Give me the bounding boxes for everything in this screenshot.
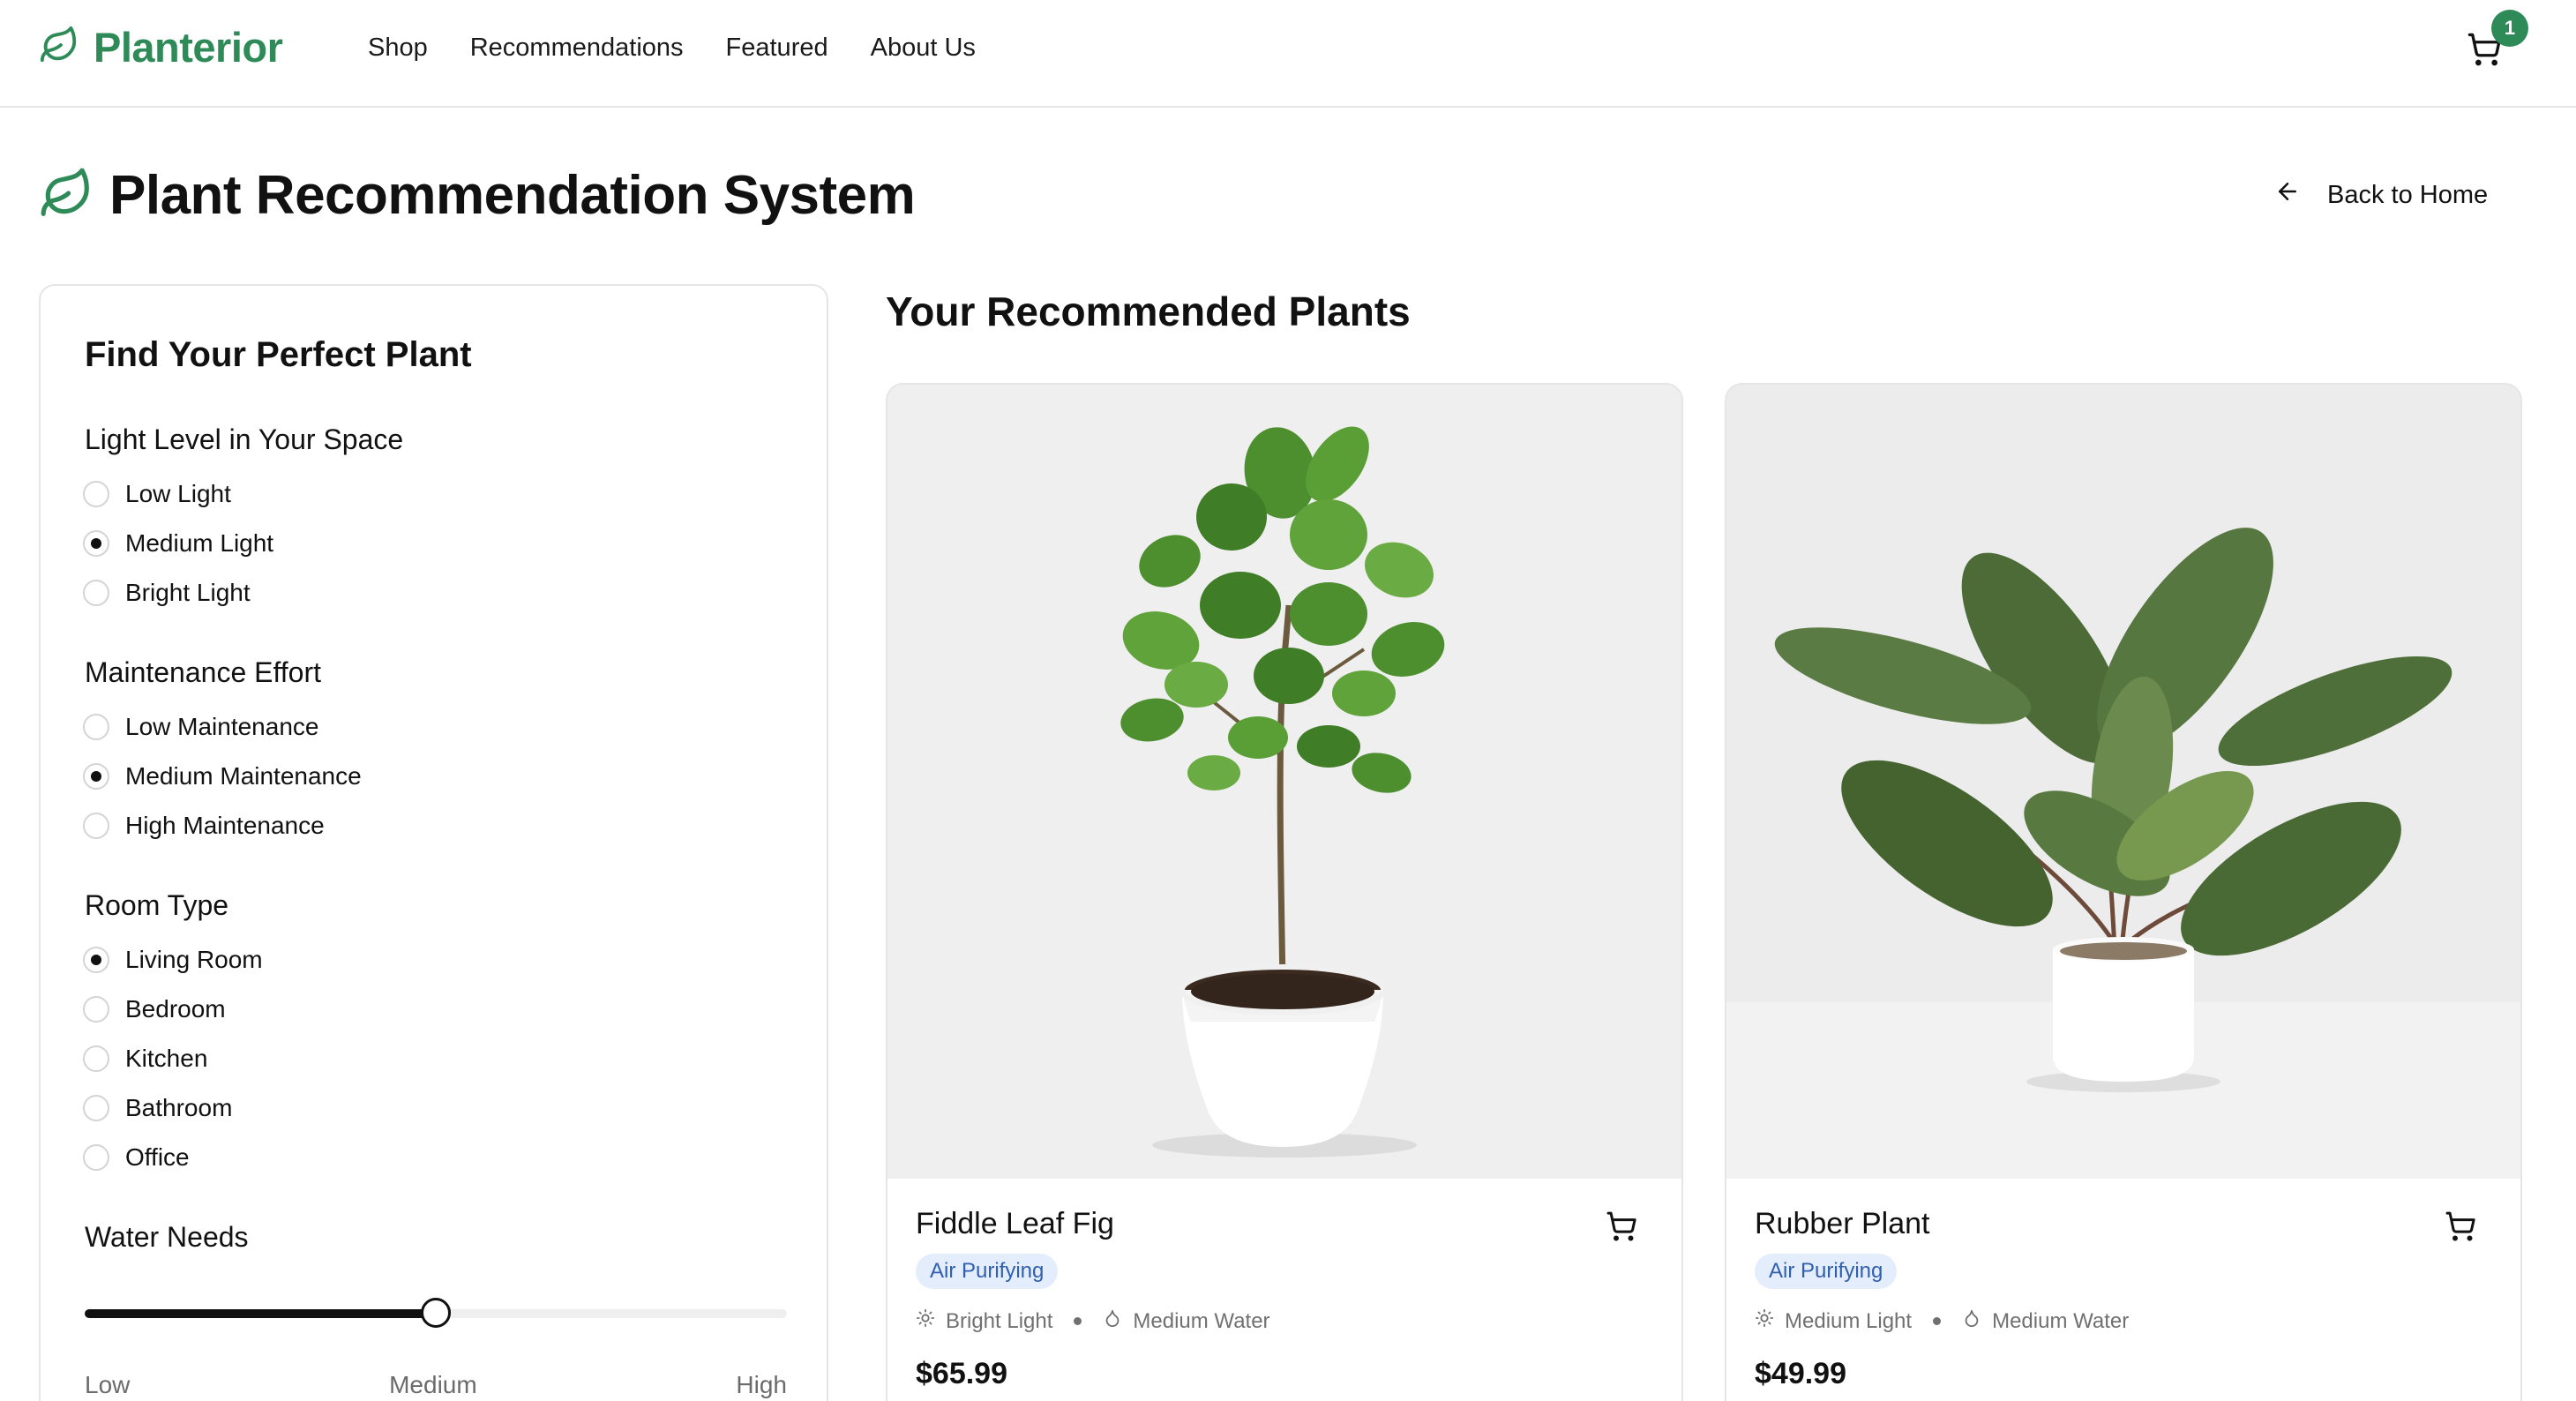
card-body: Fiddle Leaf Fig Air Purifying Bright Lig… xyxy=(916,1207,1653,1391)
radio-button[interactable] xyxy=(83,1095,109,1121)
main-nav: Shop Recommendations Featured About Us xyxy=(368,34,976,63)
plant-name: Rubber Plant xyxy=(1755,1207,1930,1240)
radio-low-light[interactable]: Low Light xyxy=(83,480,231,508)
option-label: Bedroom xyxy=(125,995,226,1023)
radio-button[interactable] xyxy=(83,1045,109,1072)
maintenance-effort-label: Maintenance Effort xyxy=(85,656,322,688)
radio-medium-maintenance[interactable]: Medium Maintenance xyxy=(83,762,362,790)
card-body: Rubber Plant Air Purifying Medium Light … xyxy=(1755,1207,2492,1391)
nav-featured[interactable]: Featured xyxy=(726,34,828,63)
radio-office[interactable]: Office xyxy=(83,1143,190,1172)
sun-icon xyxy=(1755,1308,1774,1334)
plant-care-meta: Medium Light Medium Water xyxy=(1755,1308,2492,1334)
slider-thumb[interactable] xyxy=(421,1298,451,1328)
separator-dot xyxy=(1074,1317,1082,1325)
sun-icon xyxy=(916,1308,935,1334)
arrow-left-icon xyxy=(2274,178,2301,212)
radio-high-maintenance[interactable]: High Maintenance xyxy=(83,812,325,840)
plant-price: $49.99 xyxy=(1755,1357,1846,1390)
slider-label-medium: Medium xyxy=(389,1371,477,1398)
separator-dot xyxy=(1933,1317,1942,1325)
shopping-cart-icon xyxy=(2467,33,2502,71)
radio-button-selected[interactable] xyxy=(83,947,109,973)
option-label: Kitchen xyxy=(125,1045,208,1072)
plant-care-meta: Bright Light Medium Water xyxy=(916,1308,1653,1334)
slider-scale-labels: Low Medium High xyxy=(85,1371,787,1399)
back-to-home-label: Back to Home xyxy=(2327,180,2489,209)
filter-panel-title: Find Your Perfect Plant xyxy=(85,335,472,374)
add-to-cart-icon[interactable] xyxy=(2445,1210,2480,1246)
cart-count-badge: 1 xyxy=(2491,10,2528,47)
slider-label-high: High xyxy=(736,1371,787,1398)
radio-button[interactable] xyxy=(83,481,109,507)
plant-card[interactable]: Rubber Plant Air Purifying Medium Light … xyxy=(1725,383,2522,1401)
plant-name: Fiddle Leaf Fig xyxy=(916,1207,1114,1240)
nav-about-us[interactable]: About Us xyxy=(871,34,976,63)
radio-low-maintenance[interactable]: Low Maintenance xyxy=(83,713,318,741)
room-type-label: Room Type xyxy=(85,889,229,921)
add-to-cart-icon[interactable] xyxy=(1606,1210,1641,1246)
recommendations-title: Your Recommended Plants xyxy=(886,288,1411,334)
plant-image xyxy=(1726,385,2520,1179)
option-label: Bathroom xyxy=(125,1094,233,1121)
leaf-icon xyxy=(39,25,79,70)
light-level-label: Light Level in Your Space xyxy=(85,423,404,455)
droplet-icon xyxy=(1103,1308,1122,1334)
filter-panel: Find Your Perfect Plant Light Level in Y… xyxy=(39,284,828,1401)
light-requirement: Bright Light xyxy=(946,1308,1053,1333)
water-requirement: Medium Water xyxy=(1992,1308,2130,1333)
radio-button-selected[interactable] xyxy=(83,530,109,557)
top-navbar: Planterior Shop Recommendations Featured… xyxy=(0,0,2576,108)
plant-image xyxy=(887,385,1681,1179)
radio-living-room[interactable]: Living Room xyxy=(83,946,263,974)
option-label: Bright Light xyxy=(125,579,251,606)
leaf-icon xyxy=(39,166,94,225)
logo[interactable]: Planterior xyxy=(39,23,283,71)
radio-button[interactable] xyxy=(83,813,109,839)
option-label: Low Maintenance xyxy=(125,713,319,740)
plant-tag: Air Purifying xyxy=(1755,1254,1898,1289)
option-label: Medium Light xyxy=(125,529,274,557)
option-label: Low Light xyxy=(125,480,231,507)
page-title: Plant Recommendation System xyxy=(109,165,916,226)
radio-bright-light[interactable]: Bright Light xyxy=(83,579,251,607)
plant-tag: Air Purifying xyxy=(916,1254,1059,1289)
radio-button[interactable] xyxy=(83,714,109,740)
radio-kitchen[interactable]: Kitchen xyxy=(83,1045,207,1073)
slider-fill xyxy=(85,1309,436,1318)
radio-bathroom[interactable]: Bathroom xyxy=(83,1094,232,1122)
option-label: High Maintenance xyxy=(125,812,325,839)
nav-recommendations[interactable]: Recommendations xyxy=(470,34,684,63)
light-requirement: Medium Light xyxy=(1785,1308,1913,1333)
water-requirement: Medium Water xyxy=(1133,1308,1270,1333)
droplet-icon xyxy=(1962,1308,1981,1334)
radio-button-selected[interactable] xyxy=(83,763,109,790)
plant-card[interactable]: Fiddle Leaf Fig Air Purifying Bright Lig… xyxy=(886,383,1683,1401)
page-header: Plant Recommendation System xyxy=(39,164,916,227)
slider-label-low: Low xyxy=(85,1371,131,1398)
brand-name: Planterior xyxy=(94,24,283,71)
radio-medium-light[interactable]: Medium Light xyxy=(83,529,273,558)
radio-button[interactable] xyxy=(83,1144,109,1171)
radio-bedroom[interactable]: Bedroom xyxy=(83,995,226,1023)
plant-price: $65.99 xyxy=(916,1357,1007,1390)
radio-button[interactable] xyxy=(83,580,109,606)
nav-shop[interactable]: Shop xyxy=(368,34,428,63)
option-label: Office xyxy=(125,1143,190,1171)
back-to-home-button[interactable]: Back to Home xyxy=(2274,178,2488,212)
water-needs-slider[interactable] xyxy=(85,1298,787,1328)
radio-button[interactable] xyxy=(83,996,109,1023)
option-label: Medium Maintenance xyxy=(125,762,362,790)
option-label: Living Room xyxy=(125,946,263,973)
water-needs-label: Water Needs xyxy=(85,1221,249,1253)
